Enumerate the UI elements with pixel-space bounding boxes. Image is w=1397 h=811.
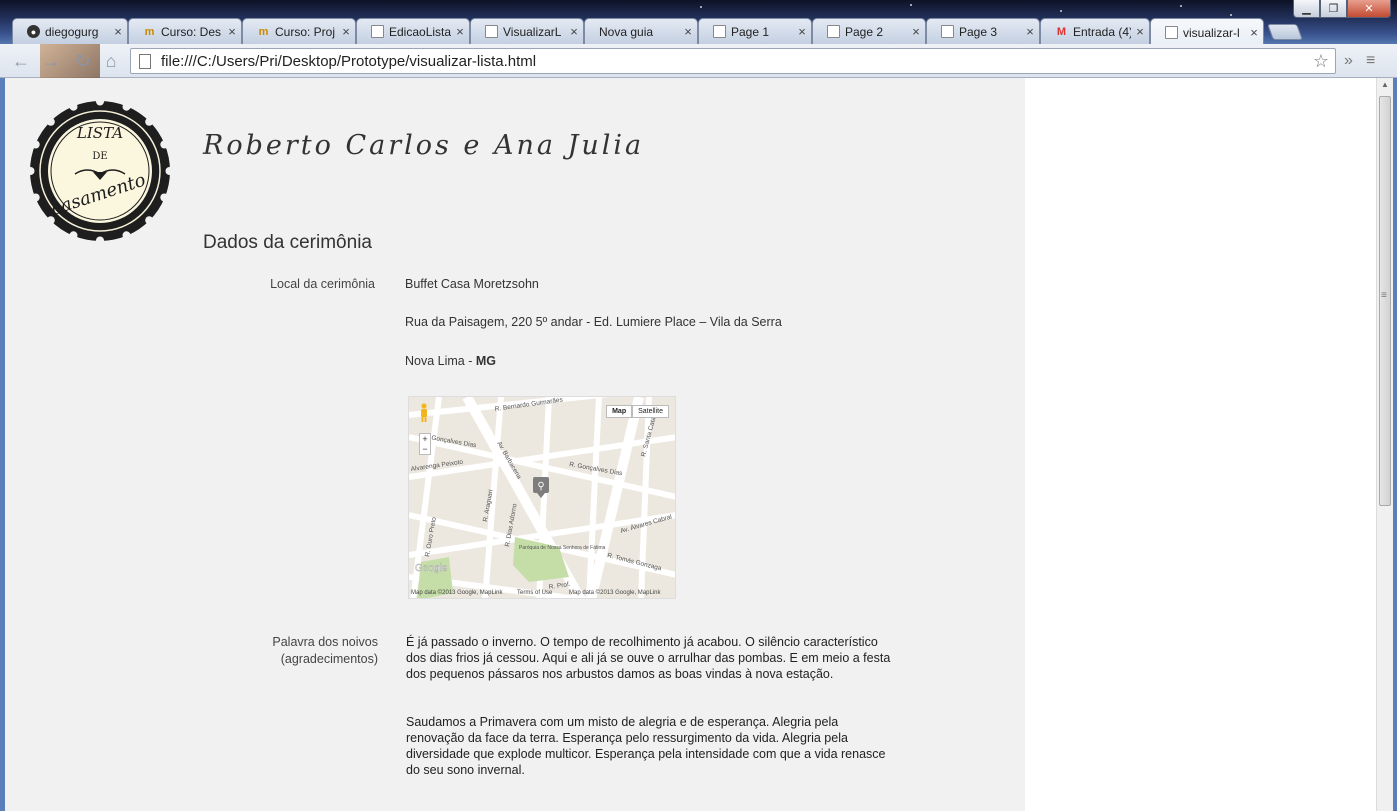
map-type-switcher: Map Satellite <box>606 405 669 418</box>
section-title: Dados da cerimônia <box>203 232 372 253</box>
close-tab-icon[interactable]: × <box>907 24 925 39</box>
couple-message-paragraph-2: Saudamos a Primavera com um misto de ale… <box>406 715 886 777</box>
street-label: Paróquia de Nossa Senhora de Fátima <box>519 545 606 551</box>
tab-gmail[interactable]: M Entrada (4) × <box>1040 18 1150 44</box>
close-tab-icon[interactable]: × <box>451 24 469 39</box>
location-map[interactable]: R. Bernardo Guimarães R. Gonçalves Dias … <box>408 396 676 599</box>
minimize-button[interactable]: ▁ <box>1293 0 1320 18</box>
venue-name: Buffet Casa Moretzsohn <box>405 277 539 291</box>
url-input[interactable] <box>161 52 1301 70</box>
venue-address: Rua da Paisagem, 220 5º andar - Ed. Lumi… <box>405 315 782 329</box>
zoom-control: + − <box>419 433 431 455</box>
tab-nova-guia[interactable]: Nova guia × <box>584 18 698 44</box>
close-tab-icon[interactable]: × <box>1021 24 1039 39</box>
document-icon <box>713 25 726 38</box>
tab-visualizarl[interactable]: VisualizarL × <box>470 18 584 44</box>
scrollbar-thumb[interactable] <box>1379 96 1391 506</box>
zoom-in-button[interactable]: + <box>420 434 430 444</box>
menu-icon[interactable]: ≡ <box>1366 52 1375 70</box>
map-button[interactable]: Map <box>606 405 633 418</box>
label-line-2: (agradecimentos) <box>280 652 378 666</box>
moodle-icon: m <box>258 25 269 38</box>
tab-page-2[interactable]: Page 2 × <box>812 18 926 44</box>
tab-title: EdicaoLista <box>389 24 451 39</box>
tab-title: Page 1 <box>731 24 770 39</box>
tab-title: visualizar-l <box>1183 25 1240 40</box>
tab-title: Page 2 <box>845 24 884 39</box>
label-line-1: Palavra dos noivos <box>272 635 378 649</box>
github-icon: ● <box>27 25 40 38</box>
page-content: LISTA DE casamento Roberto Carlos e Ana … <box>5 78 1025 811</box>
lista-de-casamento-logo: LISTA DE casamento <box>29 100 171 242</box>
map-data-attribution: Map data ©2013 Google, MapLink <box>569 590 661 596</box>
pegman-icon[interactable] <box>418 403 430 423</box>
document-icon <box>827 25 840 38</box>
zoom-out-button[interactable]: − <box>420 444 430 454</box>
moodle-icon: m <box>144 25 155 38</box>
extensions-chevron-icon[interactable]: » <box>1344 52 1353 70</box>
close-tab-icon[interactable]: × <box>679 24 697 39</box>
state-abbr: MG <box>475 354 496 368</box>
google-watermark: Google <box>415 563 448 574</box>
svg-text:⚲: ⚲ <box>537 481 544 492</box>
home-icon[interactable]: ⌂ <box>100 50 122 72</box>
tab-curso-proj[interactable]: m Curso: Proj × <box>242 18 356 44</box>
close-tab-icon[interactable]: × <box>337 24 355 39</box>
tab-edicaolista[interactable]: EdicaoLista × <box>356 18 470 44</box>
logo-text-de: DE <box>92 151 107 162</box>
scroll-up-arrow-icon[interactable]: ▲ <box>1381 80 1389 89</box>
ceremony-location-label: Local da cerimônia <box>270 277 375 291</box>
vertical-scrollbar[interactable]: ▲ <box>1376 78 1393 811</box>
map-streets: R. Bernardo Guimarães R. Gonçalves Dias … <box>409 397 675 598</box>
window-controls: ▁ ❐ ✕ <box>1293 0 1391 18</box>
tab-title: Nova guia <box>599 24 654 39</box>
tab-github[interactable]: ● diegogurg × <box>12 18 128 44</box>
new-tab-button[interactable] <box>1267 24 1303 40</box>
tab-title: Curso: Proj <box>275 24 336 39</box>
back-arrow-icon[interactable]: ← <box>10 50 32 72</box>
address-bar[interactable]: ☆ <box>130 48 1336 74</box>
browser-titlebar: ▁ ❐ ✕ ● diegogurg × m Curso: Des × m Cur… <box>0 0 1397 46</box>
bookmark-star-icon[interactable]: ☆ <box>1313 51 1329 72</box>
document-icon <box>1165 26 1178 39</box>
forward-arrow-icon[interactable]: → <box>40 50 62 72</box>
couple-names: Roberto Carlos e Ana Julia <box>203 130 645 161</box>
browser-toolbar: ← → ↻ ⌂ ☆ » ≡ <box>0 44 1397 78</box>
document-icon <box>371 25 384 38</box>
close-tab-icon[interactable]: × <box>793 24 811 39</box>
tab-title: Curso: Des <box>161 24 222 39</box>
close-tab-icon[interactable]: × <box>1245 25 1263 40</box>
tab-title: Entrada (4) <box>1073 24 1131 39</box>
reload-icon[interactable]: ↻ <box>72 50 94 72</box>
close-tab-icon[interactable]: × <box>109 24 127 39</box>
couple-message-paragraph-1: É já passado o inverno. O tempo de recol… <box>406 635 891 681</box>
close-tab-icon[interactable]: × <box>1131 24 1149 39</box>
satellite-button[interactable]: Satellite <box>632 405 669 418</box>
couple-words-label: Palavra dos noivos (agradecimentos) <box>225 634 378 668</box>
tab-visualizar-lista[interactable]: visualizar-l × <box>1150 18 1264 46</box>
document-icon <box>485 25 498 38</box>
maximize-button[interactable]: ❐ <box>1320 0 1347 18</box>
close-window-button[interactable]: ✕ <box>1347 0 1391 18</box>
page-viewport: LISTA DE casamento Roberto Carlos e Ana … <box>5 78 1376 811</box>
close-tab-icon[interactable]: × <box>223 24 241 39</box>
city-name: Nova Lima - <box>405 354 476 368</box>
map-attribution: Map data ©2013 Google, MapLink <box>411 590 503 596</box>
tab-title: VisualizarL <box>503 24 562 39</box>
tab-title: Page 3 <box>959 24 998 39</box>
page-icon <box>139 53 151 69</box>
document-icon <box>941 25 954 38</box>
tab-title: diegogurg <box>45 24 99 39</box>
gmail-icon: M <box>1056 25 1067 38</box>
venue-city: Nova Lima - MG <box>405 354 496 368</box>
close-tab-icon[interactable]: × <box>565 24 583 39</box>
logo-text-lista: LISTA <box>76 124 123 142</box>
terms-of-use-link[interactable]: Terms of Use <box>517 590 552 596</box>
tab-curso-des[interactable]: m Curso: Des × <box>128 18 242 44</box>
window-frame-right <box>1393 78 1397 811</box>
tab-page-1[interactable]: Page 1 × <box>698 18 812 44</box>
tab-page-3[interactable]: Page 3 × <box>926 18 1040 44</box>
